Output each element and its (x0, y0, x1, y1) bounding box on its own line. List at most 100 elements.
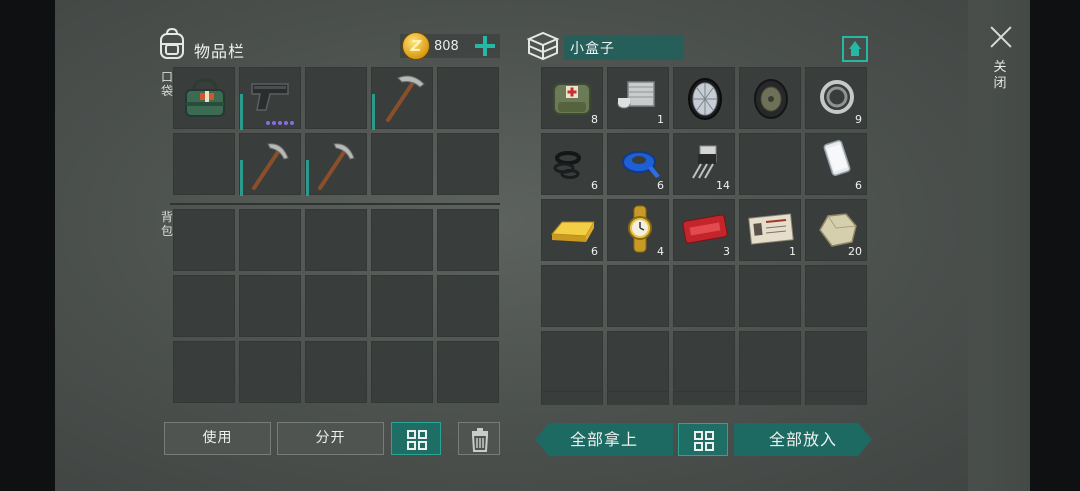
backpack-slot[interactable] (173, 341, 235, 403)
container-slot[interactable]: 4 (607, 199, 669, 261)
pickaxe-icon (318, 143, 355, 190)
item-count: 6 (591, 245, 598, 258)
backpack-grid (173, 209, 499, 403)
item-count: 9 (855, 113, 862, 126)
pocket-label: 口袋 (160, 70, 173, 98)
container-slot[interactable] (805, 331, 867, 393)
container-grid-mask (541, 405, 871, 417)
container-slot[interactable]: 6 (607, 133, 669, 195)
backpack-slot[interactable] (305, 275, 367, 337)
pocket-slot[interactable] (239, 133, 301, 196)
pocket-slot[interactable] (173, 133, 235, 195)
backpack-slot[interactable] (239, 341, 301, 403)
grid-icon (407, 430, 427, 450)
item-count: 4 (657, 245, 664, 258)
tire-hub-icon (754, 79, 788, 119)
trash-button[interactable] (458, 422, 500, 455)
pickaxe-icon (386, 75, 425, 122)
container-slot[interactable] (673, 67, 735, 129)
pocket-slot[interactable] (173, 67, 235, 129)
container-slot[interactable] (607, 331, 669, 393)
coin-icon: Z (402, 32, 430, 60)
item-count: 6 (855, 179, 862, 192)
container-slot[interactable]: 20 (805, 199, 867, 261)
backpack-label: 背包 (160, 210, 173, 238)
box-icon (526, 31, 560, 61)
backpack-slot[interactable] (437, 209, 499, 271)
backpack-slot[interactable] (437, 275, 499, 337)
inventory-sort-button[interactable] (391, 422, 441, 455)
container-slot[interactable] (739, 133, 801, 195)
container-slot[interactable] (739, 331, 801, 393)
container-slot[interactable]: 8 (541, 67, 603, 129)
backpack-slot[interactable] (173, 209, 235, 271)
wheel-icon (688, 78, 722, 120)
section-divider (170, 203, 500, 205)
backpack-slot[interactable] (437, 341, 499, 403)
backpack-slot[interactable] (371, 341, 433, 403)
backpack-slot[interactable] (305, 209, 367, 271)
item-count: 8 (591, 113, 598, 126)
add-coins-button[interactable] (472, 33, 498, 59)
container-grid-clip (541, 391, 871, 405)
backpack-slot[interactable] (173, 275, 235, 337)
pocket-slot[interactable] (437, 67, 499, 129)
container-slot[interactable] (805, 265, 867, 327)
pocket-slot[interactable] (371, 133, 433, 195)
container-grid: 8 1 9 6 6 14 6 6 4 3 1 20 (541, 67, 867, 393)
container-slot[interactable]: 9 (805, 67, 867, 129)
container-slot[interactable]: 1 (607, 67, 669, 129)
container-name: 小盒子 (564, 35, 684, 60)
container-slot[interactable] (673, 331, 735, 393)
inventory-title: 物品栏 (194, 42, 246, 61)
container-slot[interactable] (805, 391, 867, 405)
pickaxe-icon (252, 143, 289, 190)
grid-icon (694, 431, 714, 451)
pocket-slot[interactable] (371, 67, 433, 130)
container-slot[interactable] (607, 391, 669, 405)
sort-container-button[interactable] (842, 36, 868, 62)
pocket-slot[interactable] (239, 67, 301, 130)
container-slot[interactable] (673, 391, 735, 405)
close-icon[interactable] (989, 25, 1013, 49)
backpack-slot[interactable] (371, 209, 433, 271)
backpack-slot[interactable] (239, 275, 301, 337)
backpack-slot[interactable] (305, 341, 367, 403)
container-slot[interactable]: 6 (541, 133, 603, 195)
backpack-slot[interactable] (371, 275, 433, 337)
container-slot[interactable]: 3 (673, 199, 735, 261)
rarity-dots (266, 121, 294, 125)
item-count: 6 (657, 179, 664, 192)
pocket-slot[interactable] (305, 133, 367, 196)
split-button[interactable]: 分开 (277, 422, 384, 455)
container-slot[interactable] (739, 67, 801, 129)
container-slot[interactable]: 1 (739, 199, 801, 261)
item-count: 1 (657, 113, 664, 126)
backpack-icon (160, 28, 184, 59)
use-button[interactable]: 使用 (164, 422, 271, 455)
container-slot[interactable] (607, 265, 669, 327)
container-slot[interactable]: 6 (805, 133, 867, 195)
item-count: 20 (848, 245, 862, 258)
close-label[interactable]: 关闭 (992, 60, 1008, 92)
backpack-slot[interactable] (239, 209, 301, 271)
container-slot[interactable] (739, 265, 801, 327)
container-slot[interactable]: 14 (673, 133, 735, 195)
medical-bag-icon (185, 78, 225, 117)
item-count: 6 (591, 179, 598, 192)
trash-icon (471, 428, 489, 452)
take-all-button[interactable]: 全部拿上 (535, 423, 673, 456)
pocket-slot[interactable] (305, 67, 367, 129)
container-sort-button[interactable] (678, 423, 728, 456)
coin-count: 808 (434, 39, 459, 54)
container-slot[interactable] (739, 391, 801, 405)
pocket-grid (173, 67, 499, 196)
container-slot[interactable]: 6 (541, 199, 603, 261)
pocket-slot[interactable] (437, 133, 499, 195)
container-slot[interactable] (673, 265, 735, 327)
container-slot[interactable] (541, 391, 603, 405)
item-count: 3 (723, 245, 730, 258)
container-slot[interactable] (541, 265, 603, 327)
container-slot[interactable] (541, 331, 603, 393)
put-all-button[interactable]: 全部放入 (734, 423, 872, 456)
